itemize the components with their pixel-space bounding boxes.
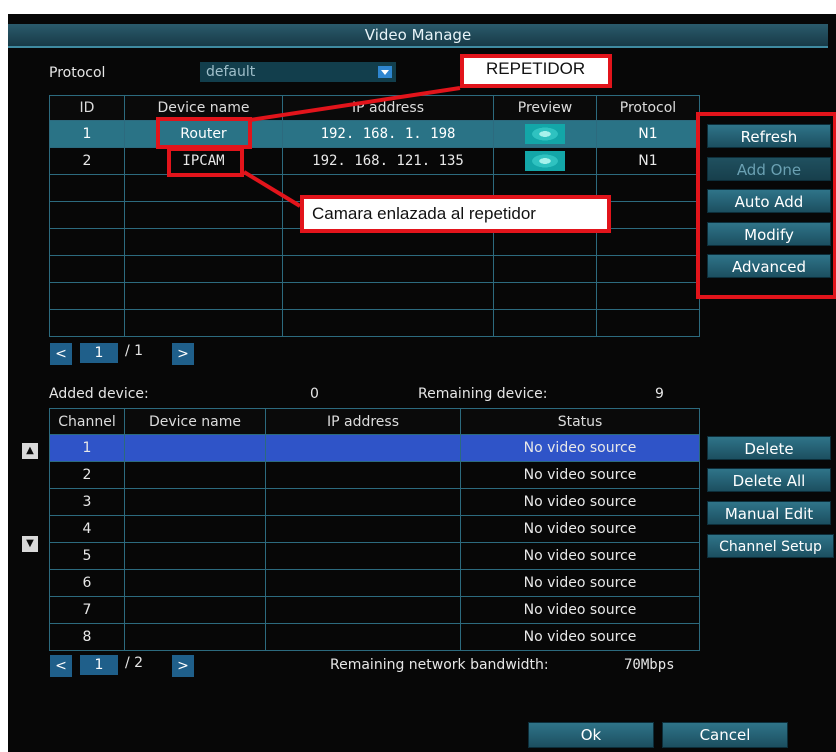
side-buttons-highlight: [696, 112, 836, 299]
router-highlight: [156, 117, 252, 149]
repetidor-callout: REPETIDOR: [460, 54, 612, 88]
ipcam-highlight: [167, 147, 244, 177]
camara-callout: Camara enlazada al repetidor: [300, 195, 611, 233]
